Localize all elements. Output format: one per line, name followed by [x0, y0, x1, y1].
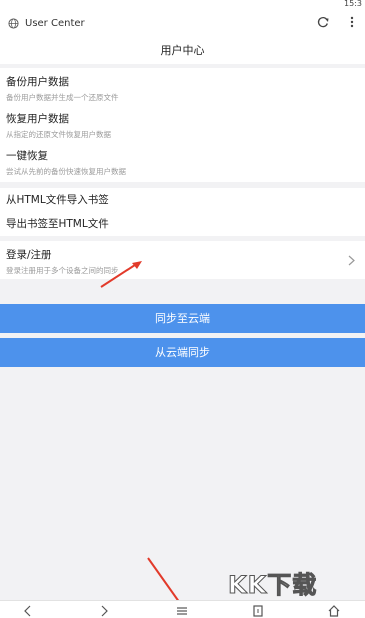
one-click-restore-item[interactable]: 一键恢复 尝试从先前的备份快速恢复用户数据 — [6, 148, 126, 177]
export-bookmarks-item[interactable]: 导出书签至HTML文件 — [6, 216, 109, 231]
home-icon[interactable] — [328, 605, 340, 617]
item-title: 备份用户数据 — [6, 76, 69, 88]
chevron-right-icon — [348, 255, 355, 266]
annotation-arrow-icon — [100, 261, 142, 288]
item-title: 一键恢复 — [6, 150, 48, 162]
backup-section: 备份用户数据 备份用户数据并生成一个还原文件 恢复用户数据 从指定的还原文件恢复… — [0, 68, 365, 182]
item-subtitle: 尝试从先前的备份快速恢复用户数据 — [6, 167, 126, 176]
status-bar: 15:3 — [0, 0, 365, 9]
status-time: 15:3 — [344, 0, 362, 8]
sync-from-cloud-button[interactable]: 从云端同步 — [0, 338, 365, 367]
item-subtitle: 从指定的还原文件恢复用户数据 — [6, 130, 111, 139]
tabs-icon[interactable] — [252, 605, 264, 617]
backup-user-data-item[interactable]: 备份用户数据 备份用户数据并生成一个还原文件 — [6, 74, 119, 103]
item-title: 从HTML文件导入书签 — [6, 194, 109, 206]
sync-to-cloud-button[interactable]: 同步至云端 — [0, 304, 365, 333]
reload-icon[interactable] — [316, 15, 330, 29]
login-register-item[interactable]: 登录/注册 登录注册用于多个设备之间的同步 — [0, 241, 365, 279]
bottom-navigation-bar — [0, 600, 365, 618]
page-title: 用户中心 — [0, 37, 365, 64]
import-bookmarks-item[interactable]: 从HTML文件导入书签 — [6, 192, 109, 207]
item-title: 导出书签至HTML文件 — [6, 218, 109, 230]
forward-icon[interactable] — [98, 605, 110, 617]
more-vertical-icon[interactable] — [347, 15, 357, 29]
url-text[interactable]: User Center — [25, 18, 85, 29]
watermark-logo: KK下载 — [227, 571, 318, 600]
menu-icon[interactable] — [176, 605, 188, 617]
item-title: 恢复用户数据 — [6, 113, 69, 125]
item-subtitle: 备份用户数据并生成一个还原文件 — [6, 93, 119, 102]
address-bar[interactable]: User Center — [0, 9, 365, 37]
back-icon[interactable] — [22, 605, 34, 617]
restore-user-data-item[interactable]: 恢复用户数据 从指定的还原文件恢复用户数据 — [6, 111, 111, 140]
bookmark-section: 从HTML文件导入书签 导出书签至HTML文件 — [0, 188, 365, 236]
globe-icon — [8, 17, 19, 29]
